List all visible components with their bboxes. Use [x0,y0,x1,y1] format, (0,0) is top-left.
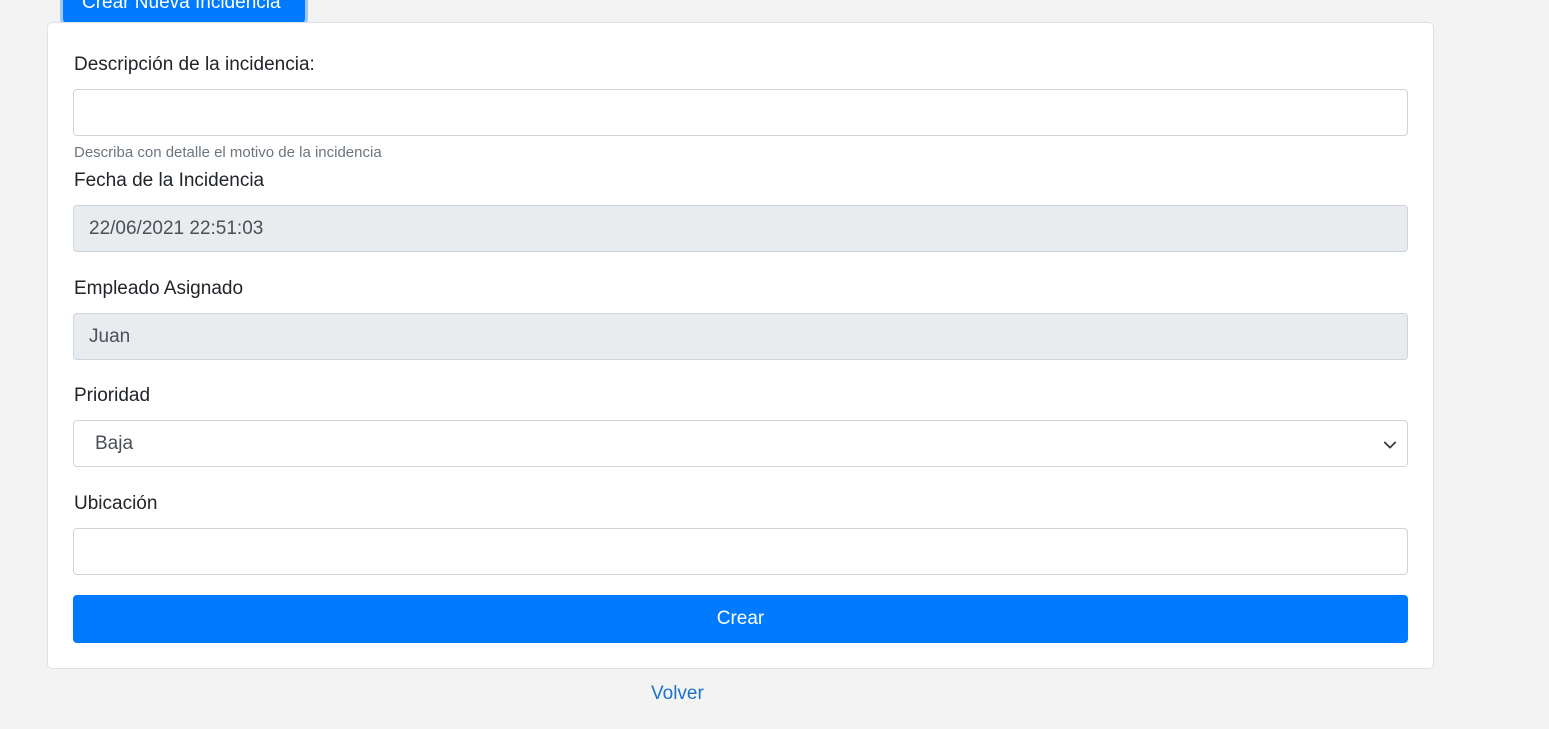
empleado-input: Juan [73,313,1408,360]
incidencia-form-card: Descripción de la incidencia: Describa c… [47,22,1434,669]
prioridad-selected-value: Baja [95,433,134,454]
prioridad-select[interactable]: Baja [73,420,1408,467]
prioridad-label: Prioridad [74,385,151,406]
ubicacion-label: Ubicación [74,493,158,514]
descripcion-help-text: Describa con detalle el motivo de la inc… [74,144,382,161]
volver-link[interactable]: Volver [651,682,704,706]
chevron-down-icon [1383,441,1397,449]
crear-button[interactable]: Crear [73,595,1408,643]
page-title-button[interactable]: Crear Nueva Incidencia [63,0,305,23]
descripcion-input[interactable] [73,89,1408,136]
empleado-label: Empleado Asignado [74,278,244,299]
page: Crear Nueva Incidencia Descripción de la… [0,0,1549,729]
fecha-label: Fecha de la Incidencia [74,170,265,191]
descripcion-label: Descripción de la incidencia: [74,54,315,75]
fecha-input: 22/06/2021 22:51:03 [73,205,1408,252]
ubicacion-input[interactable] [73,528,1408,575]
